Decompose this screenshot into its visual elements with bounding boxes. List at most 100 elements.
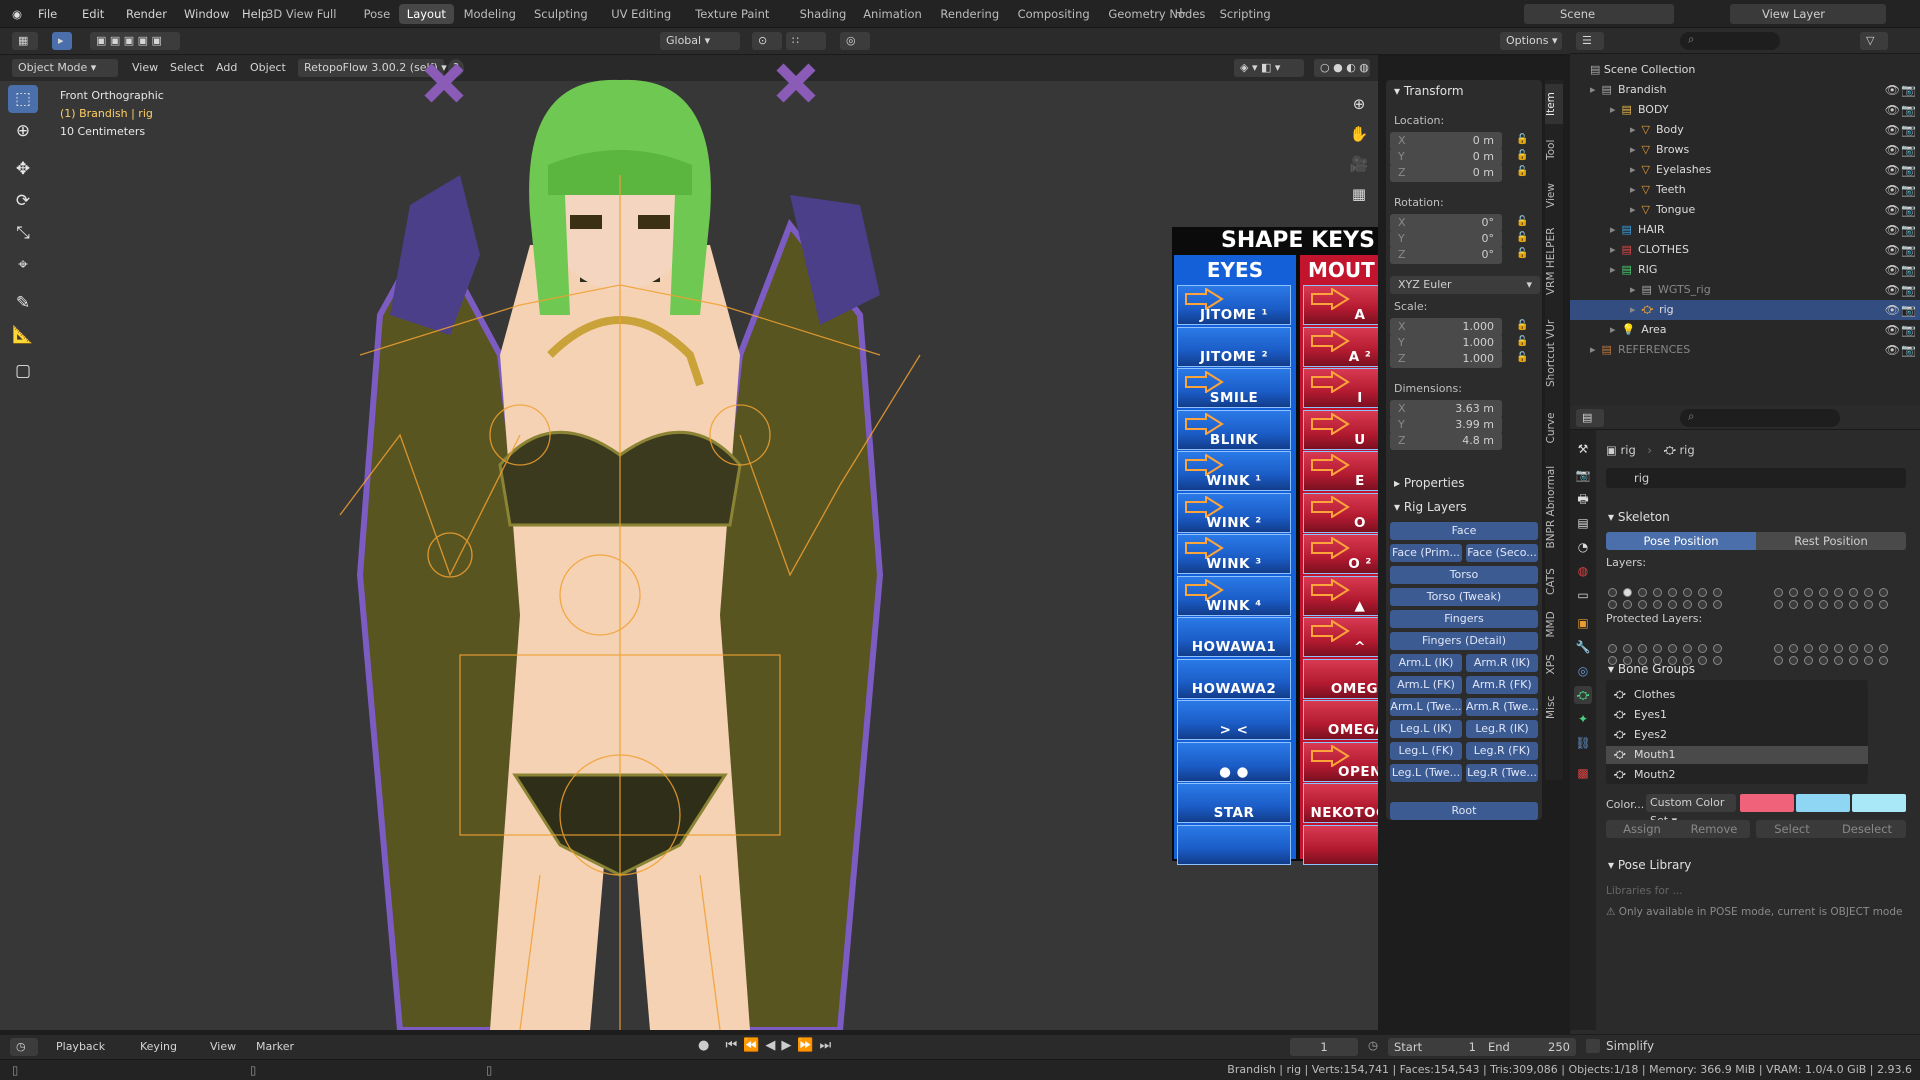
tab-compositing[interactable]: Compositing [1010,4,1098,24]
bone-layer-toggle[interactable] [1623,588,1632,597]
protected-layer-toggle[interactable] [1834,656,1843,665]
bone-group-item[interactable]: ⛮ Mouth1 [1606,746,1868,764]
constraint-tab-icon[interactable]: ⛓ [1574,734,1592,752]
eye-icon[interactable]: 👁 [1885,200,1900,220]
rotate-icon[interactable]: ⟳ [8,187,38,215]
object-tab-icon[interactable]: ▣ [1574,614,1592,632]
libraries-field[interactable]: Libraries for ... [1606,882,1876,900]
rig-layers-header[interactable]: ▾ Rig Layers [1394,500,1467,514]
shape-key-mouth[interactable] [1303,824,1378,865]
shape-key-eyes[interactable]: BLINK [1177,409,1291,450]
outliner-row[interactable]: ▸ ▤ HAIR 👁 📷 [1570,220,1920,240]
shape-key-mouth[interactable]: ^ [1303,617,1378,657]
tab-uv-editing[interactable]: UV Editing [603,4,679,24]
bone-layer-toggle[interactable] [1683,588,1692,597]
protected-layer-toggle[interactable] [1698,644,1707,653]
rig-layer-torso-tweak-[interactable]: Torso (Tweak) [1390,588,1538,606]
shape-key-eyes[interactable]: SMILE [1177,368,1291,408]
tab-shading[interactable]: Shading [792,4,855,24]
proportional-edit-icon[interactable]: ◎ [840,32,870,50]
rig-layer-left[interactable]: Arm.L (FK) [1390,676,1462,694]
rig-layer-root[interactable]: Root [1390,802,1538,820]
camera-render-icon[interactable]: 📷 [1901,240,1916,260]
add-workspace-icon[interactable]: + [1175,5,1191,23]
cursor-icon[interactable]: ⊕ [8,117,38,145]
bone-layer-toggle[interactable] [1698,600,1707,609]
armature-data-tab-icon[interactable]: ⛮ [1574,686,1592,704]
field-rotation-z[interactable]: Z 0° [1390,246,1502,264]
shape-key-eyes[interactable]: JITOME ¹ [1177,285,1291,325]
shading-mode-icons[interactable]: ○ ● ◐ ◍ [1314,59,1370,77]
bone-layer-toggle[interactable] [1819,588,1828,597]
rig-layer-face-secondary[interactable]: Face (Seco... [1466,544,1538,562]
shape-key-mouth[interactable]: E [1303,451,1378,491]
character-model[interactable] [320,55,940,1030]
outliner-row[interactable]: ▸ 💡 Area 👁 📷 [1570,320,1920,340]
timeline-editor-icon[interactable]: ◷ [10,1038,38,1056]
playback-controls[interactable]: ● ⏮⏪◀▶⏩⏭ [698,1038,837,1053]
protected-layer-toggle[interactable] [1683,644,1692,653]
bone-layer-toggle[interactable] [1608,600,1617,609]
rig-layer-left[interactable]: Arm.L (Twe... [1390,698,1462,716]
protected-layer-toggle[interactable] [1653,644,1662,653]
eye-icon[interactable]: 👁 [1885,280,1900,300]
3d-viewport[interactable]: Object Mode ▾ View Select Add Object Ret… [0,55,1378,1030]
properties-header[interactable]: ▸ Properties [1394,476,1465,490]
color-set-dropdown[interactable]: Custom Color Set ▾ [1646,794,1736,827]
select-button[interactable]: Select [1756,820,1828,838]
eye-icon[interactable]: 👁 [1885,300,1900,320]
menu-object[interactable]: Object [244,59,292,77]
tab-layout[interactable]: Layout [398,4,454,24]
bone-layer-toggle[interactable] [1864,588,1873,597]
bone-layer-toggle[interactable] [1713,600,1722,609]
expand-arrow-icon[interactable]: ▸ [1630,143,1636,156]
tab-modeling[interactable]: Modeling [456,4,524,24]
outliner-search-input[interactable]: ⌕ [1680,32,1780,50]
outliner-row[interactable]: ▸ ▽ Body 👁 📷 [1570,120,1920,140]
pose-library-header[interactable]: ▾ Pose Library [1608,858,1691,872]
rig-layer-right[interactable]: Arm.R (IK) [1466,654,1538,672]
timeline-menu-keying[interactable]: Keying [134,1038,183,1056]
lock-icon[interactable]: 🔓 [1516,336,1528,347]
skeleton-header[interactable]: ▾ Skeleton [1608,510,1670,524]
bone-group-item[interactable]: ⛮ Mouth2 [1606,766,1868,784]
bone-group-item[interactable]: ⛮ Eyes1 [1606,706,1868,724]
outliner-row[interactable]: ▸ ▤ BODY 👁 📷 [1570,100,1920,120]
blender-logo-icon[interactable]: ◉ [4,0,30,28]
expand-arrow-icon[interactable]: ▸ [1590,83,1596,96]
texture-tab-icon[interactable]: ▩ [1574,764,1592,782]
stopwatch-icon[interactable]: ◷ [1368,1038,1378,1052]
protected-layer-toggle[interactable] [1623,644,1632,653]
bone-layer-toggle[interactable] [1653,588,1662,597]
eye-icon[interactable]: 👁 [1885,260,1900,280]
camera-render-icon[interactable]: 📷 [1901,280,1916,300]
sidebar-tab-shortcut-vur[interactable]: Shortcut VUr [1545,307,1563,399]
transform-icon[interactable]: ⌖ [8,251,38,279]
camera-render-icon[interactable]: 📷 [1901,80,1916,100]
bone-group-item[interactable]: ⛮ Clothes [1606,686,1868,704]
camera-render-icon[interactable]: 📷 [1901,140,1916,160]
expand-arrow-icon[interactable]: ▸ [1610,263,1616,276]
snap-icon[interactable]: ∷ [786,32,826,50]
protected-layer-toggle[interactable] [1608,644,1617,653]
field-dimensions-z[interactable]: Z 4.8 m [1390,432,1502,450]
simplify-checkbox[interactable] [1586,1039,1600,1053]
eye-icon[interactable]: 👁 [1885,120,1900,140]
bone-layer-toggle[interactable] [1638,600,1647,609]
overlay-toggle-icons[interactable]: ◈ ▾ ◧ ▾ [1234,59,1304,77]
view-layer-tab-icon[interactable]: ▤ [1574,514,1592,532]
protected-layer-toggle[interactable] [1819,656,1828,665]
expand-arrow-icon[interactable]: ▸ [1610,243,1616,256]
camera-render-icon[interactable]: 📷 [1901,320,1916,340]
rest-position-button[interactable]: Rest Position [1756,532,1906,550]
eye-icon[interactable]: 👁 [1885,240,1900,260]
eye-icon[interactable]: 👁 [1885,320,1900,340]
protected-layer-toggle[interactable] [1713,656,1722,665]
physics-tab-icon[interactable]: ◎ [1574,662,1592,680]
bone-layer-toggle[interactable] [1804,588,1813,597]
bone-layer-toggle[interactable] [1698,588,1707,597]
shape-key-eyes[interactable]: WINK ³ [1177,534,1291,574]
bone-layer-toggle[interactable] [1623,600,1632,609]
annotate-icon[interactable]: ✎ [8,289,38,317]
output-tab-icon[interactable]: 🖶 [1574,490,1592,508]
